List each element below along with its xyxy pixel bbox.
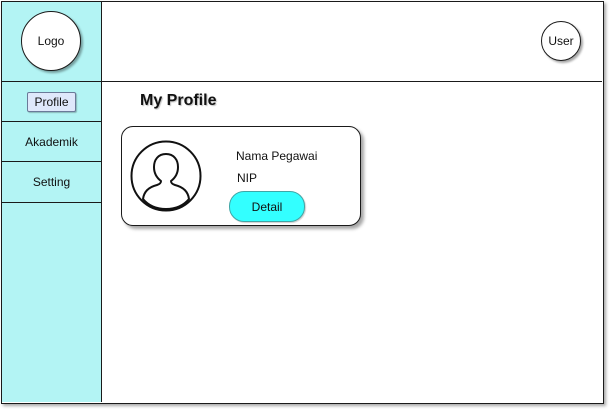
user-silhouette-icon xyxy=(130,140,202,212)
sidebar: Logo Profile Akademik Setting xyxy=(2,2,102,402)
page-title: My Profile xyxy=(140,92,217,109)
sidebar-item-setting[interactable]: Setting xyxy=(2,162,101,203)
employee-nip-label: NIP xyxy=(237,171,258,185)
sidebar-item-label: Akademik xyxy=(25,134,78,149)
profile-card: Nama Pegawai NIP Detail xyxy=(121,126,361,226)
sidebar-item-label: Setting xyxy=(32,175,71,189)
employee-name-label: Nama Pegawai xyxy=(236,149,318,163)
sidebar-item-akademik[interactable]: Akademik xyxy=(2,122,101,162)
sidebar-item-label: Profile xyxy=(27,91,76,112)
detail-button[interactable]: Detail xyxy=(229,191,305,222)
user-button[interactable]: User xyxy=(541,21,581,61)
logo-area: Logo xyxy=(2,2,101,82)
logo: Logo xyxy=(21,11,81,71)
header-bar: User xyxy=(102,2,602,82)
sidebar-item-profile[interactable]: Profile xyxy=(2,82,101,122)
